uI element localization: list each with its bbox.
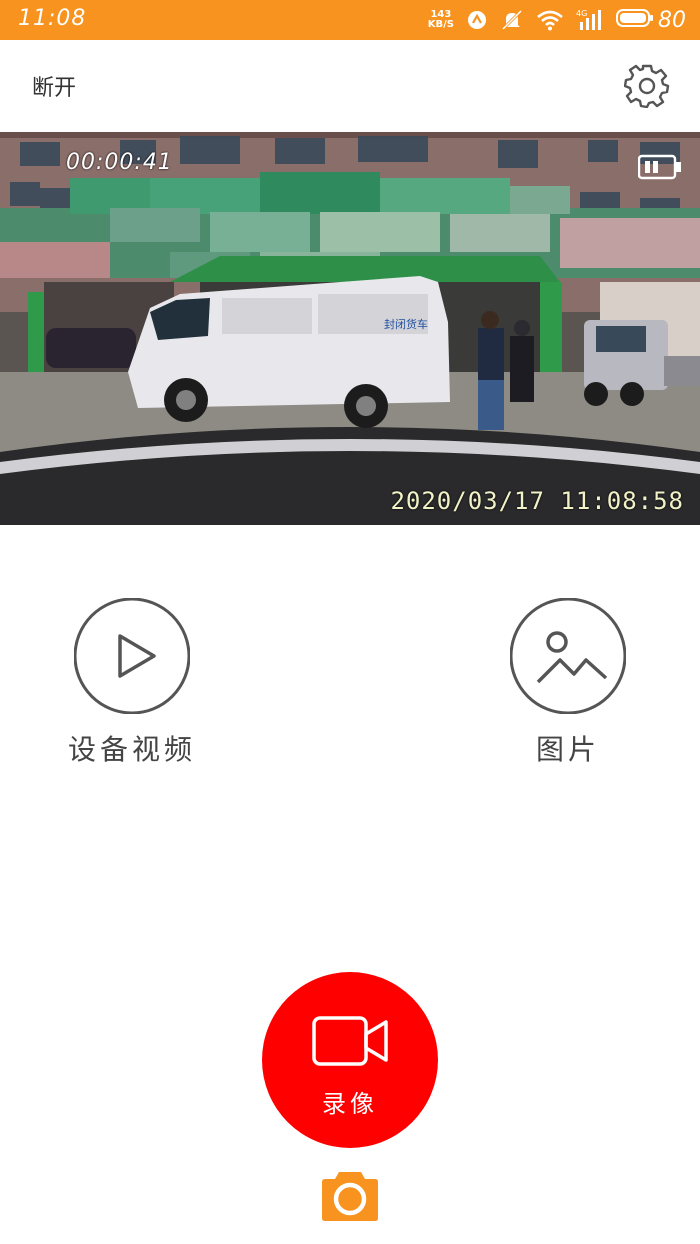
recording-elapsed-time: 00:00:41 xyxy=(66,150,173,175)
van-text: 封闭货车 xyxy=(384,317,428,331)
nfc-icon xyxy=(466,9,488,31)
svg-text:4G: 4G xyxy=(576,9,587,18)
play-icon xyxy=(73,597,191,715)
record-button[interactable]: 录像 xyxy=(262,972,438,1148)
wifi-icon xyxy=(536,9,564,31)
status-bar: 11:08 143 KB/S 4G 80 xyxy=(0,0,700,40)
record-label: 录像 xyxy=(322,1090,378,1118)
status-time: 11:08 xyxy=(18,6,87,31)
preview-scene: 封闭货车 xyxy=(0,132,700,525)
device-video-label: 设备视频 xyxy=(67,733,196,766)
status-icons: 143 KB/S 4G 80 xyxy=(428,6,686,34)
battery-level: 80 xyxy=(658,7,686,33)
video-timestamp: 2020/03/17 11:08:58 xyxy=(390,487,684,515)
signal-4g-icon: 4G xyxy=(576,8,604,32)
video-camera-icon xyxy=(312,1014,390,1072)
camera-preview[interactable]: 封闭货车 00:00:41 2020/03/17 11:08:58 xyxy=(0,132,700,525)
battery-icon xyxy=(616,8,654,32)
image-icon xyxy=(509,597,627,715)
top-bar: 断开 xyxy=(0,40,700,132)
camera-icon[interactable] xyxy=(321,1168,379,1222)
pictures-button[interactable]: 图片 xyxy=(488,597,648,768)
battery-icon xyxy=(637,154,682,184)
mute-icon xyxy=(500,8,524,32)
network-speed-unit: KB/S xyxy=(427,19,454,30)
network-speed: 143 KB/S xyxy=(428,10,454,30)
gear-icon[interactable] xyxy=(623,62,670,109)
status-battery: 80 xyxy=(616,8,686,33)
disconnect-button[interactable]: 断开 xyxy=(32,70,76,102)
device-video-button[interactable]: 设备视频 xyxy=(52,597,212,768)
pictures-label: 图片 xyxy=(535,733,600,766)
